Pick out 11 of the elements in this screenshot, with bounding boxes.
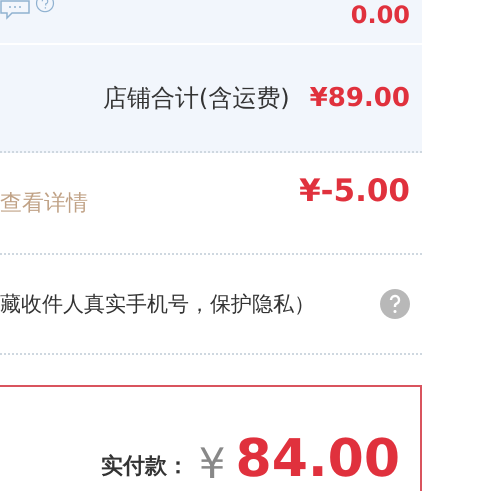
fee-amount: 0.00 <box>350 1 410 29</box>
privacy-text: 藏收件人真实手机号，保护隐私） <box>0 291 315 318</box>
details-link[interactable]: 查看详情 <box>0 188 88 218</box>
subtotal-label: 店铺合计(含运费) <box>102 83 290 114</box>
payment-label: 实付款： <box>100 453 189 481</box>
subtotal-amount: ¥89.00 <box>310 83 410 113</box>
help-icon[interactable] <box>380 289 410 319</box>
payment-amount: 84.00 <box>236 433 400 485</box>
chat-icon[interactable] <box>0 0 32 20</box>
currency-symbol: ¥ <box>198 443 226 485</box>
discount-amount: ¥-5.00 <box>299 173 410 209</box>
